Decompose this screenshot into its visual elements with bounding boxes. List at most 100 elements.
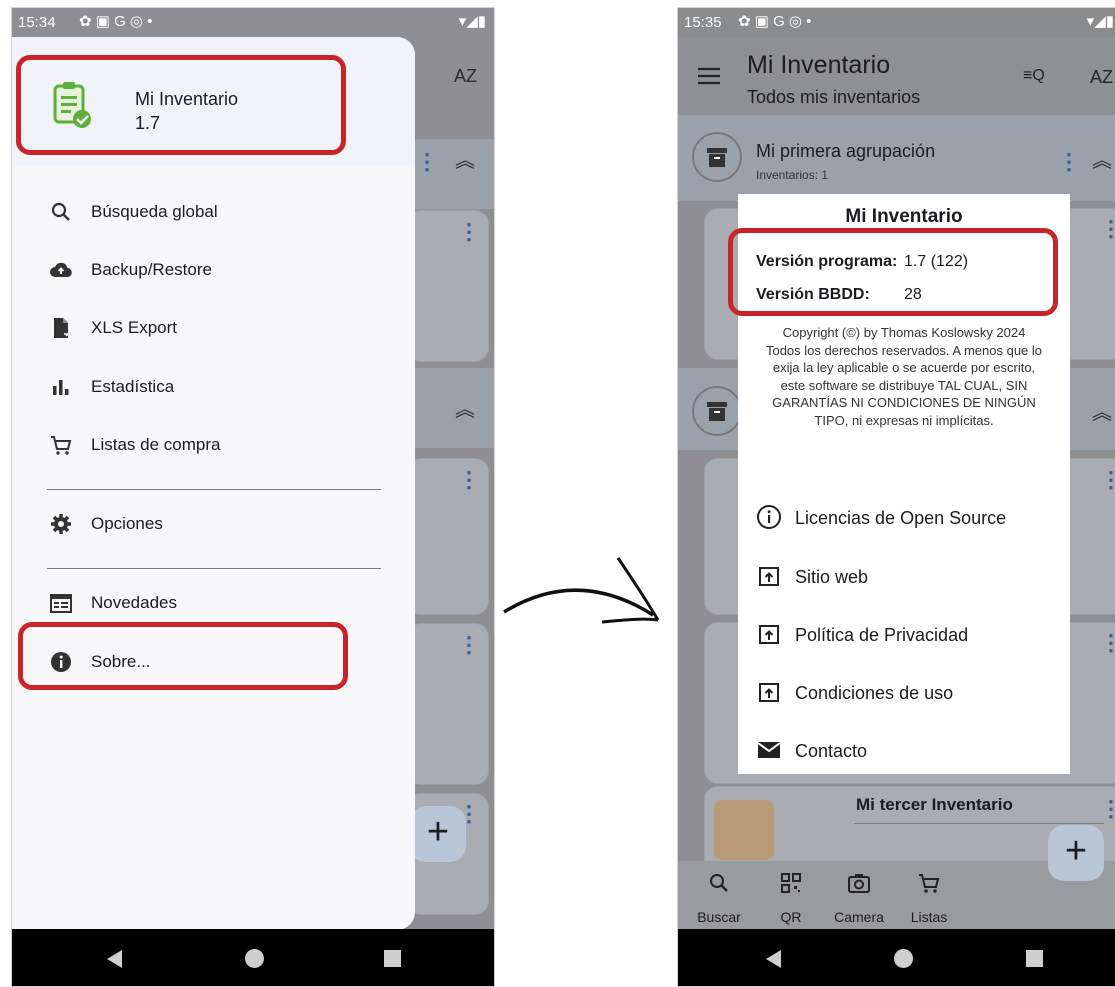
kebab-icon[interactable]: ⋮ <box>1100 632 1115 654</box>
copyright-text: Copyright (©) by Thomas Koslowsky 2024 T… <box>765 325 1043 428</box>
status-bar: 15:35 ✿ ▣ G ◎ • ▾◢▮ <box>678 8 1115 37</box>
calendar-icon <box>50 594 72 613</box>
camera-icon <box>848 874 870 893</box>
kebab-icon[interactable]: ⋮ <box>416 151 438 173</box>
collapse-icon[interactable]: ︽ <box>455 151 475 171</box>
highlight-box-about <box>18 622 348 690</box>
drawer-item-label: Novedades <box>91 593 178 612</box>
drawer-divider <box>47 489 381 490</box>
app-bar-subtitle: Todos mis inventarios <box>747 87 921 107</box>
mail-icon <box>757 742 781 758</box>
drawer-divider <box>47 568 381 569</box>
recents-icon[interactable] <box>384 950 401 967</box>
link-label: Política de Privacidad <box>795 625 969 645</box>
kebab-icon[interactable]: ⋮ <box>1100 469 1115 491</box>
home-icon[interactable] <box>894 949 913 968</box>
info-outline-icon <box>757 505 781 529</box>
right-phone-screen: 15:35 ✿ ▣ G ◎ • ▾◢▮ Mi Inventario Todos … <box>677 7 1115 987</box>
collapse-icon[interactable]: ︽ <box>455 400 475 420</box>
kebab-icon[interactable]: ⋮ <box>1100 798 1115 820</box>
collapse-icon[interactable]: ︽ <box>1092 403 1112 423</box>
drawer-item-label: Listas de compra <box>91 435 221 454</box>
sort-az-icon[interactable]: AZ <box>454 66 477 87</box>
bottom-nav-search[interactable]: Buscar <box>684 861 754 931</box>
navigation-drawer: Mi Inventario 1.7 Búsqueda global Backup… <box>12 37 415 930</box>
app-bar-title: Mi Inventario <box>747 51 891 79</box>
bottom-nav-lists[interactable]: Listas <box>894 861 964 931</box>
drawer-item-label: Backup/Restore <box>91 260 212 279</box>
kebab-icon[interactable]: ⋮ <box>1058 151 1080 173</box>
kebab-icon[interactable]: ⋮ <box>458 221 480 243</box>
group-avatar <box>692 386 742 436</box>
menu-icon[interactable] <box>698 67 720 85</box>
group-header[interactable]: Mi primera agrupación Inventarios: 1 ⋮ ︽ <box>678 115 1115 201</box>
bottom-nav-camera[interactable]: Camera <box>824 861 894 931</box>
status-time: 15:34 <box>18 14 56 31</box>
group-avatar <box>692 132 742 182</box>
collapse-icon[interactable]: ︽ <box>1092 151 1112 171</box>
link-privacy-policy[interactable]: Política de Privacidad <box>738 609 1070 661</box>
link-open-source-licenses[interactable]: Licencias de Open Source <box>738 492 1070 544</box>
drawer-item-shopping-lists[interactable]: Listas de compra <box>12 420 415 470</box>
bottom-nav-label: Listas <box>910 909 948 925</box>
kebab-icon[interactable]: ⋮ <box>458 634 480 656</box>
cloud-upload-icon <box>50 262 72 278</box>
highlight-box-version-info <box>728 228 1058 316</box>
recents-icon[interactable] <box>1026 950 1043 967</box>
drawer-item-options[interactable]: Opciones <box>12 499 415 549</box>
inventory-thumbnail <box>714 800 774 860</box>
sort-az-icon[interactable]: AZ <box>1090 67 1113 88</box>
bottom-nav-qr[interactable]: QR <box>756 861 826 931</box>
open-external-icon <box>759 683 779 702</box>
drawer-item-label: Estadística <box>91 377 175 396</box>
status-time: 15:35 <box>684 14 722 31</box>
dialog-title: Mi Inventario <box>845 206 963 227</box>
add-fab[interactable]: + <box>410 806 466 862</box>
link-label: Licencias de Open Source <box>795 508 1007 528</box>
link-label: Condiciones de uso <box>795 683 954 703</box>
open-external-icon <box>759 567 779 586</box>
qr-code-icon <box>781 873 801 893</box>
bar-chart-icon <box>53 380 69 395</box>
drawer-item-xls-export[interactable]: XLS Export <box>12 303 415 353</box>
kebab-icon[interactable]: ⋮ <box>458 469 480 491</box>
search-icon <box>710 874 728 892</box>
link-contact[interactable]: Contacto <box>738 725 1070 777</box>
shopping-cart-icon <box>51 436 72 455</box>
group-count: Inventarios: 1 <box>756 168 829 182</box>
archive-icon <box>707 148 727 167</box>
third-inventory-name: Mi tercer Inventario <box>856 795 1013 814</box>
app-bar: Mi Inventario Todos mis inventarios ≡Q A… <box>678 37 1115 115</box>
battery-icon: ▾◢▮ <box>1086 13 1114 30</box>
drawer-item-statistics[interactable]: Estadística <box>12 362 415 412</box>
add-fab[interactable]: + <box>1048 825 1104 881</box>
status-icons: ✿ ▣ G ◎ • <box>738 13 812 30</box>
status-bar: 15:34 ✿ ▣ G ◎ • ▾◢▮ <box>12 8 494 37</box>
system-nav-bar <box>12 929 494 986</box>
back-icon[interactable] <box>766 950 781 968</box>
gear-icon <box>51 514 71 534</box>
drawer-item-global-search[interactable]: Búsqueda global <box>12 187 415 237</box>
drawer-item-label: Búsqueda global <box>91 202 218 221</box>
group-name: Mi primera agrupación <box>756 141 936 161</box>
drawer-item-label: Opciones <box>91 514 163 533</box>
open-external-icon <box>759 625 779 644</box>
divider <box>854 823 1104 824</box>
file-export-icon <box>54 318 70 338</box>
drawer-item-backup-restore[interactable]: Backup/Restore <box>12 245 415 295</box>
search-icon <box>51 202 70 221</box>
kebab-icon[interactable]: ⋮ <box>1100 218 1115 240</box>
home-icon[interactable] <box>245 949 264 968</box>
back-icon[interactable] <box>107 950 122 968</box>
shopping-cart-icon <box>919 874 940 893</box>
filter-search-icon[interactable]: ≡Q <box>1023 67 1045 85</box>
battery-icon: ▾◢▮ <box>458 13 486 30</box>
drawer-item-news[interactable]: Novedades <box>12 578 415 628</box>
system-nav-bar <box>678 929 1115 986</box>
status-icons: ✿ ▣ G ◎ • <box>79 13 153 30</box>
drawer-item-label: XLS Export <box>91 318 177 337</box>
link-website[interactable]: Sitio web <box>738 551 1070 603</box>
link-terms-of-use[interactable]: Condiciones de uso <box>738 667 1070 719</box>
arrow-icon <box>503 557 660 624</box>
highlight-box-app-header <box>16 55 346 155</box>
